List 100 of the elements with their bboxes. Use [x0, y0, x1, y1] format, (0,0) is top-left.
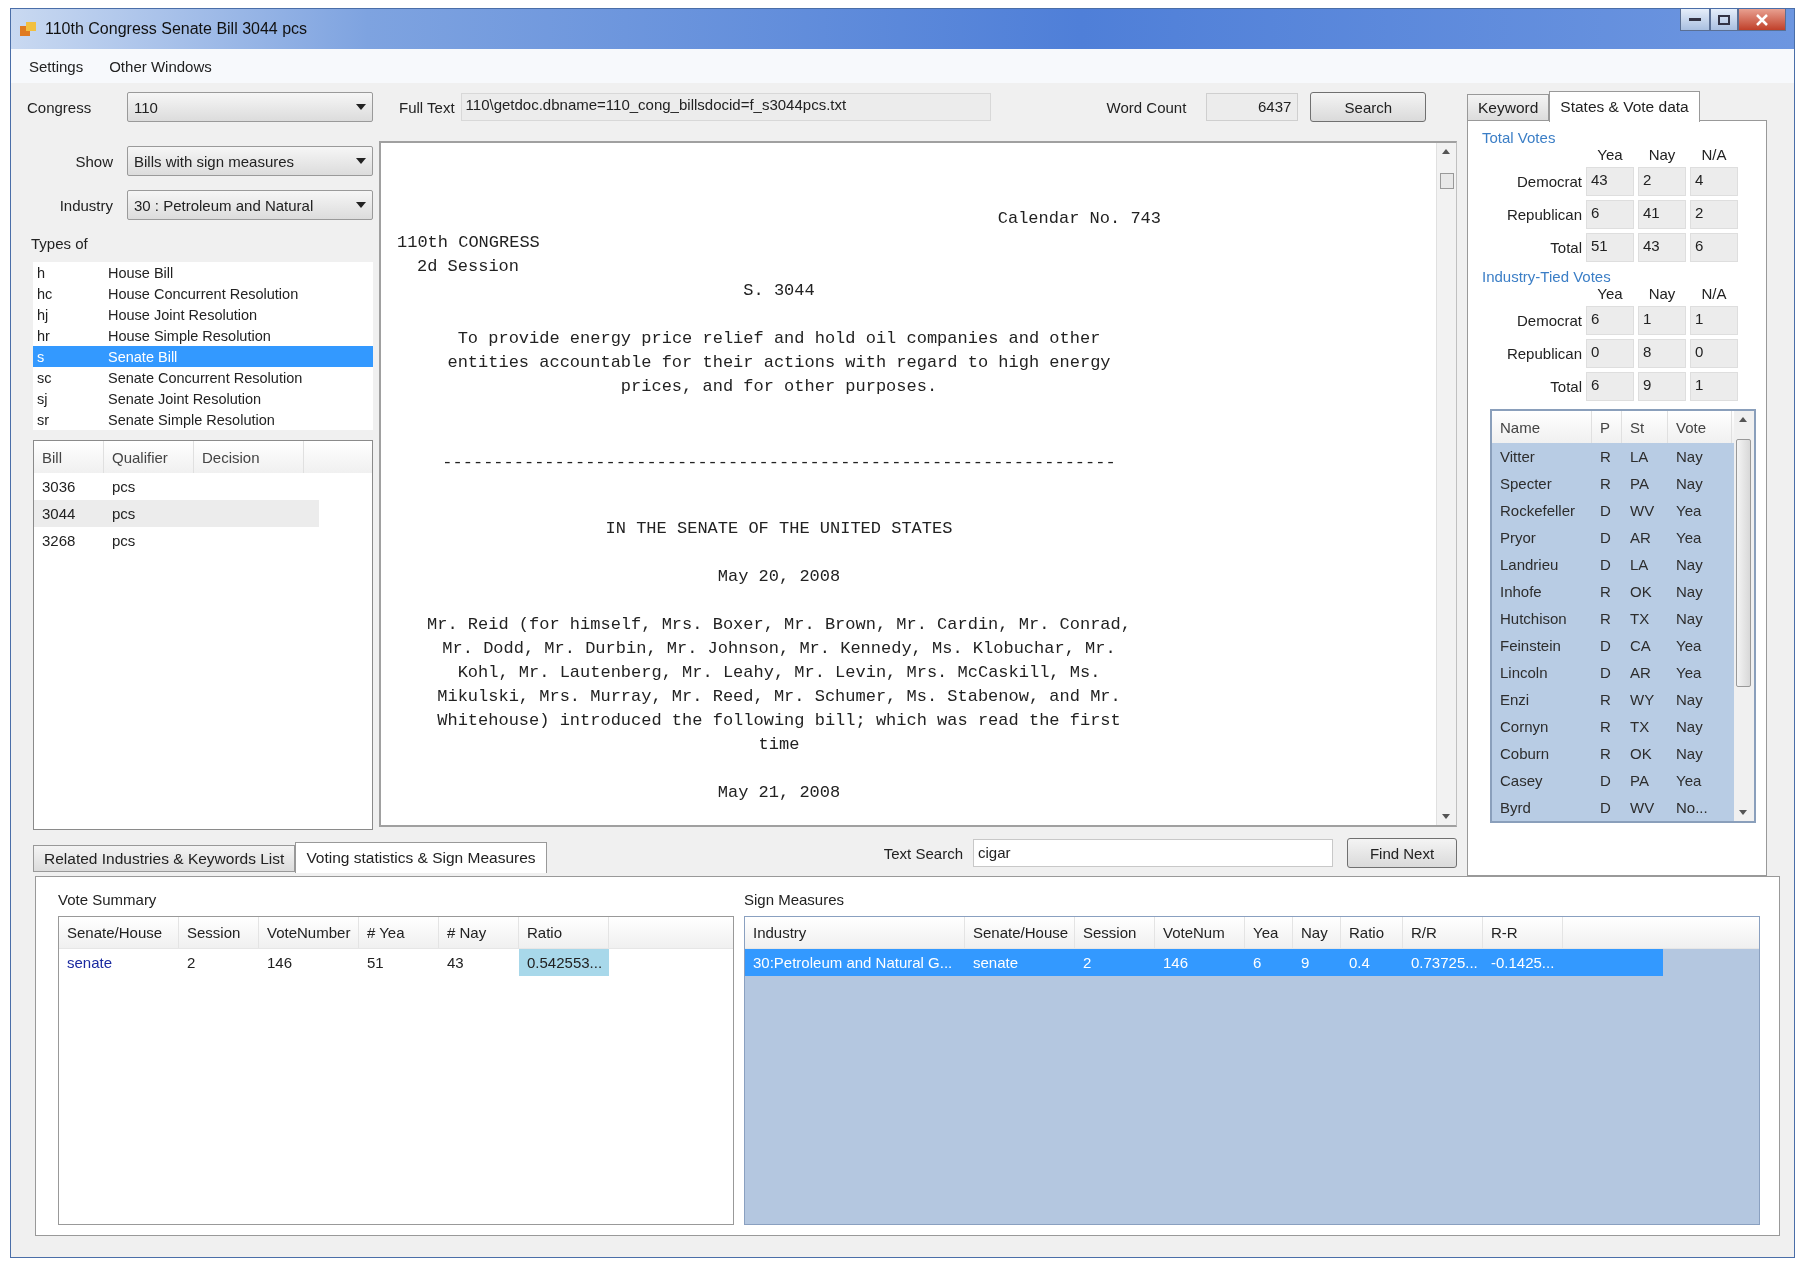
tab[interactable]: Voting statistics & Sign Measures [295, 842, 547, 873]
column-header[interactable]: St [1622, 411, 1668, 443]
list-item[interactable]: h House Bill [33, 262, 373, 283]
maximize-button[interactable] [1710, 9, 1738, 31]
tab[interactable]: States & Vote data [1549, 91, 1700, 122]
scroll-down-icon[interactable] [1442, 814, 1450, 819]
column-header[interactable]: Industry [745, 917, 965, 948]
menu-item[interactable]: Other Windows [109, 57, 212, 75]
table-cell[interactable]: 0.542553... [519, 949, 609, 976]
list-row[interactable]: 3044 pcs [34, 500, 319, 527]
document-line: ------------------------------------------------------------------ [441, 452, 1117, 474]
column-header[interactable]: Senate/House [59, 917, 179, 948]
list-item[interactable]: sc Senate Concurrent Resolution [33, 367, 373, 388]
column-header[interactable]: R-R [1483, 917, 1563, 948]
row-label: Republican [1505, 206, 1582, 223]
table-cell-text: Feinstein [1499, 637, 1562, 654]
list-item[interactable]: hc House Concurrent Resolution [33, 283, 373, 304]
list-item[interactable]: sj Senate Joint Resolution [33, 388, 373, 409]
table-cell-text: PA [1629, 772, 1650, 789]
table-cell-text: R [1599, 745, 1612, 762]
table-cell[interactable]: 2 [179, 949, 259, 976]
table-cell-text: WV [1629, 502, 1656, 519]
dropdown[interactable]: 30 : Petroleum and Natural [127, 190, 373, 220]
document-line: 2d Session [416, 256, 521, 278]
column-header[interactable]: R/R [1403, 917, 1483, 948]
table-cell[interactable]: 43 [439, 949, 519, 976]
table-cell-text: AR [1629, 664, 1652, 681]
column-header[interactable]: P [1592, 411, 1622, 443]
column-header[interactable]: Senate/House [965, 917, 1075, 948]
list-item[interactable]: hr House Simple Resolution [33, 325, 373, 346]
dropdown-arrow-icon [356, 104, 366, 110]
app-icon [19, 20, 37, 38]
document-line: S. 3044 [742, 280, 816, 302]
dropdown[interactable]: Bills with sign measures [127, 146, 373, 176]
table-cell-text: Yea [1675, 502, 1703, 519]
column-header[interactable]: Vote [1668, 411, 1732, 443]
table-cell-text: Rockefeller [1499, 502, 1577, 519]
table-cell[interactable]: 146 [259, 949, 359, 976]
dropdown[interactable]: 110 [127, 92, 373, 122]
column-header[interactable]: Qualifier [104, 441, 194, 473]
section-label: Types of [31, 235, 89, 252]
section-title: Sign Measures [744, 891, 846, 908]
list-item[interactable]: sr Senate Simple Resolution [33, 409, 373, 430]
table-cell-text: AR [1629, 529, 1652, 546]
vote-count-field: 9 [1638, 372, 1686, 401]
column-header[interactable]: Decision [194, 441, 304, 473]
text-search-field[interactable]: cigar [973, 839, 1333, 867]
table-cell-text: 146 [1162, 953, 1190, 973]
column-header[interactable]: Nay [1293, 917, 1341, 948]
column-header[interactable]: Session [1075, 917, 1155, 948]
column-header[interactable]: VoteNumber [259, 917, 359, 948]
column-header[interactable]: Ratio [519, 917, 609, 948]
full-text-field[interactable]: 110\getdoc.dbname=110_cong_billsdocid=f_s3044pcs.txt [460, 93, 991, 121]
column-header[interactable]: VoteNum [1155, 917, 1245, 948]
document-line: Mr. Reid (for himself, Mrs. Boxer, Mr. Brown, Mr. Cardin, Mr. Conrad, [426, 614, 1132, 636]
column-header[interactable]: # Yea [359, 917, 439, 948]
document-line: entities accountable for their actions with regard to high energy [446, 352, 1112, 374]
column-header[interactable]: # Nay [439, 917, 519, 948]
table-cell-text: PA [1629, 475, 1650, 492]
table-cell-text: 2 [1082, 953, 1093, 973]
minimize-button[interactable] [1680, 9, 1710, 31]
tab[interactable]: Keyword [1467, 94, 1550, 121]
column-header: Nay [1647, 146, 1677, 163]
table-cell-text: Enzi [1499, 691, 1531, 708]
column-header[interactable]: Bill [34, 441, 104, 473]
scrollbar[interactable] [1436, 143, 1456, 825]
document-line: Calendar No. 743 [996, 208, 1161, 230]
table-cell[interactable]: 51 [359, 949, 439, 976]
vote-count-field: 0 [1690, 339, 1738, 368]
tab[interactable]: Related Industries & Keywords List [33, 845, 296, 872]
column-header: N/A [1700, 285, 1728, 302]
table-cell[interactable]: senate [59, 949, 179, 976]
table-cell-text: Cornyn [1499, 718, 1550, 735]
column-header[interactable]: Ratio [1341, 917, 1403, 948]
row-label: Total [1549, 378, 1582, 395]
document-line: Kohl, Mr. Lautenberg, Mr. Leahy, Mr. Levin, Mrs. McCaskill, Ms. [456, 662, 1102, 684]
table-cell-text: 0.73725... [1410, 953, 1479, 973]
scroll-down-icon[interactable] [1739, 810, 1747, 815]
table-cell-text: Coburn [1499, 745, 1551, 762]
scroll-thumb[interactable] [1440, 173, 1454, 189]
column-header[interactable]: Yea [1245, 917, 1293, 948]
scrollbar[interactable] [1734, 411, 1754, 821]
maximize-icon [1718, 14, 1730, 25]
list-row[interactable]: 3036 pcs [34, 473, 319, 500]
table-cell-text: 0.4 [1348, 953, 1371, 973]
search-button[interactable]: Search [1310, 92, 1427, 122]
menu-item[interactable]: Settings [29, 57, 84, 75]
list-item[interactable]: hj House Joint Resolution [33, 304, 373, 325]
find-next-button[interactable]: Find Next [1347, 838, 1457, 868]
vote-count-field: 43 [1586, 167, 1634, 196]
table-cell-text: Nay [1675, 691, 1704, 708]
close-button[interactable] [1738, 9, 1786, 31]
scroll-up-icon[interactable] [1442, 149, 1450, 154]
scroll-thumb[interactable] [1736, 439, 1751, 687]
scroll-up-icon[interactable] [1739, 417, 1747, 422]
column-header[interactable]: Session [179, 917, 259, 948]
list-row[interactable]: 3268 pcs [34, 527, 319, 554]
table-cell-text: R [1599, 691, 1612, 708]
column-header[interactable]: Name [1492, 411, 1592, 443]
document-line: 110th CONGRESS [397, 232, 541, 254]
